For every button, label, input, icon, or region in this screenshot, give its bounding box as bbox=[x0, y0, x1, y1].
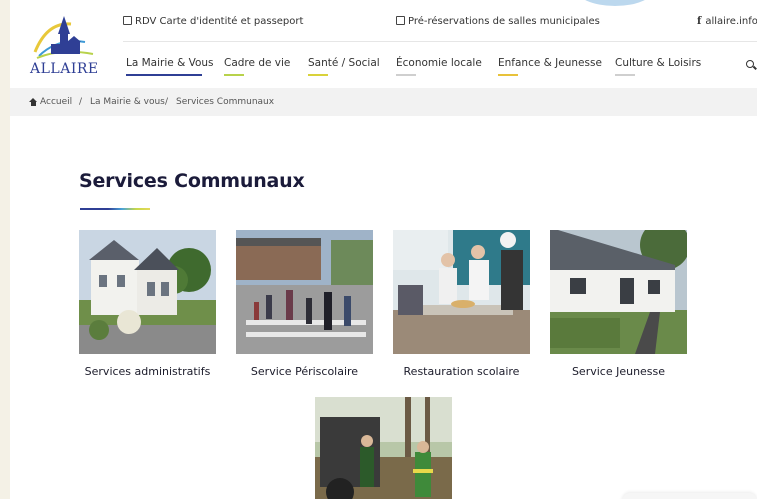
nav-item-label: Santé / Social bbox=[308, 57, 380, 69]
nav-item-enfance-jeunesse[interactable]: Enfance & Jeunesse bbox=[498, 57, 602, 76]
breadcrumb-home[interactable]: Accueil bbox=[40, 97, 72, 107]
nav-underline bbox=[396, 74, 416, 76]
nav-item-label: La Mairie & Vous bbox=[126, 57, 214, 69]
nav-underline bbox=[308, 74, 328, 76]
page-title: Services Communaux bbox=[79, 170, 305, 192]
nav-item-label: Enfance & Jeunesse bbox=[498, 57, 602, 69]
site-header: ALLAIRE RDV Carte d'identité et passepor… bbox=[10, 0, 757, 86]
decorative-shape bbox=[575, 0, 655, 6]
nav-underline bbox=[615, 74, 635, 76]
nav-item-economie-locale[interactable]: Économie locale bbox=[396, 57, 482, 76]
nav-item-label: Économie locale bbox=[396, 57, 482, 69]
home-icon[interactable] bbox=[29, 98, 37, 106]
breadcrumb-current: Services Communaux bbox=[176, 97, 275, 107]
cookie-banner-tab[interactable] bbox=[622, 493, 757, 499]
title-underline bbox=[80, 208, 150, 210]
school-canteen-photo bbox=[393, 230, 530, 354]
service-card-label[interactable]: Services administratifs bbox=[59, 365, 236, 378]
facebook-icon: f bbox=[697, 16, 702, 27]
service-card-label[interactable]: Service Jeunesse bbox=[530, 365, 707, 378]
search-icon[interactable] bbox=[746, 60, 754, 68]
reservations-link[interactable]: Pré-réservations de salles municipales bbox=[396, 16, 600, 27]
school-crossing-photo bbox=[236, 230, 373, 354]
facebook-label: allaire.info bbox=[705, 16, 757, 27]
facebook-link[interactable]: f allaire.info bbox=[697, 16, 757, 27]
breadcrumb: Accueil / La Mairie & vous / Services Co… bbox=[10, 88, 757, 116]
breadcrumb-parent[interactable]: La Mairie & vous bbox=[90, 97, 165, 107]
calendar-icon bbox=[396, 16, 405, 25]
page: ALLAIRE RDV Carte d'identité et passepor… bbox=[10, 0, 757, 499]
nav-item-culture-loisirs[interactable]: Culture & Loisirs bbox=[615, 57, 702, 76]
rdv-label: RDV Carte d'identité et passeport bbox=[135, 16, 304, 27]
service-card-label[interactable]: Service Périscolaire bbox=[216, 365, 393, 378]
reservations-label: Pré-réservations de salles municipales bbox=[408, 16, 600, 27]
technical-workers-photo bbox=[315, 397, 452, 499]
nav-item-mairie[interactable]: La Mairie & Vous bbox=[126, 57, 214, 76]
nav-item-sante-social[interactable]: Santé / Social bbox=[308, 57, 380, 76]
breadcrumb-separator: / bbox=[165, 97, 169, 107]
town-hall-photo bbox=[79, 230, 216, 354]
youth-building-photo bbox=[550, 230, 687, 354]
nav-underline bbox=[498, 74, 518, 76]
nav-underline bbox=[224, 74, 244, 76]
nav-item-label: Cadre de vie bbox=[224, 57, 291, 69]
nav-item-label: Culture & Loisirs bbox=[615, 57, 702, 69]
nav-underline bbox=[126, 74, 202, 76]
id-card-icon bbox=[123, 16, 132, 25]
header-divider bbox=[123, 41, 757, 42]
nav-item-cadre-de-vie[interactable]: Cadre de vie bbox=[224, 57, 291, 76]
rdv-link[interactable]: RDV Carte d'identité et passeport bbox=[123, 16, 303, 27]
logo-text: ALLAIRE bbox=[30, 61, 99, 77]
service-card-label[interactable]: Restauration scolaire bbox=[373, 365, 550, 378]
breadcrumb-separator: / bbox=[79, 97, 83, 107]
